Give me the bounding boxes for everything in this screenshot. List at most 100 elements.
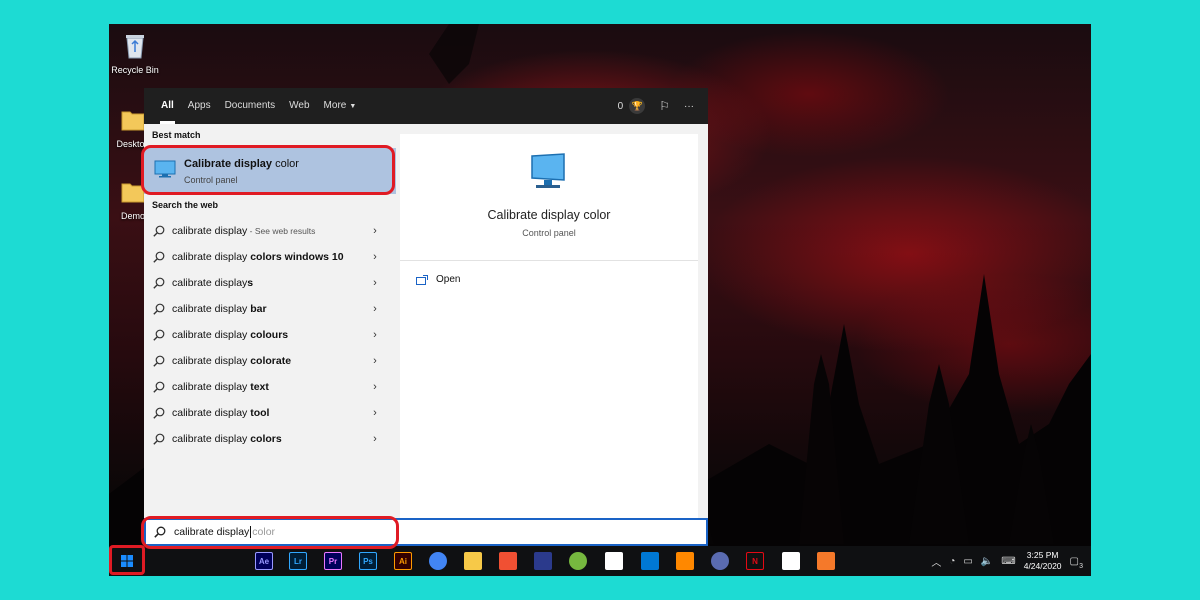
chat-icon[interactable] (782, 552, 800, 570)
search-icon (153, 381, 165, 393)
chevron-right-icon[interactable]: › (368, 381, 382, 393)
photoshop-icon[interactable]: Ps (359, 552, 377, 570)
open-icon (416, 274, 428, 285)
chevron-right-icon[interactable]: › (368, 433, 382, 445)
search-tools: 0 🏆 ⚐ ··· (618, 98, 708, 114)
open-label: Open (436, 274, 461, 285)
folder-icon (121, 183, 145, 203)
feedback-icon[interactable]: ⚐ (659, 99, 670, 113)
monitor-icon (154, 160, 176, 178)
vlc-icon[interactable] (676, 552, 694, 570)
web-result-row[interactable]: calibrate display - See web results › (144, 218, 396, 244)
web-result-text: calibrate display tool (172, 407, 270, 419)
search-web-header: Search the web (152, 200, 219, 210)
web-result-row[interactable]: calibrate display tool › (144, 400, 396, 426)
search-icon (153, 251, 165, 263)
chevron-down-icon: ▼ (349, 103, 357, 110)
clock[interactable]: 3:25 PM 4/24/2020 (1024, 550, 1062, 572)
divider (400, 260, 698, 261)
chevron-up-icon[interactable]: ︿ (931, 554, 941, 569)
best-match-title: Calibrate display color (184, 158, 299, 170)
web-result-row[interactable]: calibrate display bar › (144, 296, 396, 322)
chevron-right-icon[interactable]: › (368, 225, 382, 237)
file-explorer-icon[interactable] (464, 552, 482, 570)
web-result-row[interactable]: calibrate display colorate › (144, 348, 396, 374)
web-result-text: calibrate display colorate (172, 355, 292, 367)
search-input[interactable]: calibrate display color (144, 518, 708, 546)
windows-logo-icon (121, 555, 133, 567)
web-result-text: calibrate display bar (172, 303, 267, 315)
results-list: Best match Calibrate display color Contr… (144, 124, 398, 518)
start-button[interactable] (112, 548, 142, 574)
web-result-text: calibrate displays (172, 277, 254, 289)
web-result-row[interactable]: calibrate display text › (144, 374, 396, 400)
lightroom-icon[interactable]: Lr (289, 552, 307, 570)
best-match-result[interactable]: Calibrate display color Control panel (144, 148, 396, 194)
notification-count: 3 (1079, 562, 1083, 570)
chrome-icon[interactable] (429, 552, 447, 570)
tab-documents[interactable]: Documents (225, 88, 276, 124)
web-result-row[interactable]: calibrate display colours › (144, 322, 396, 348)
search-icon (153, 329, 165, 341)
preview-title: Calibrate display color (487, 208, 611, 222)
battery-icon[interactable]: ▭ (963, 556, 972, 567)
more-options-icon[interactable]: ··· (684, 101, 694, 112)
chevron-right-icon[interactable]: › (368, 407, 382, 419)
trophy-icon: 🏆 (629, 98, 646, 114)
best-match-subtitle: Control panel (184, 175, 238, 185)
chevron-right-icon[interactable]: › (368, 355, 382, 367)
system-tray: ︿ ◔ ▭ 🔈 ⌨ 3:25 PM 4/24/2020 ▢ 3 (931, 546, 1091, 576)
rewards-count: 0 (617, 100, 624, 112)
utorrent-icon[interactable] (569, 552, 587, 570)
search-tabs-bar: All Apps Documents Web More ▼ 0 🏆 ⚐ ··· (144, 88, 708, 124)
chevron-right-icon[interactable]: › (368, 303, 382, 315)
mail-icon[interactable] (641, 552, 659, 570)
search-icon (153, 407, 165, 419)
notification-icon[interactable]: ▢ 3 (1070, 556, 1083, 570)
start-menu-search: All Apps Documents Web More ▼ 0 🏆 ⚐ ··· B… (144, 88, 708, 546)
desktop-icon-recycle-bin[interactable]: Recycle Bin (109, 30, 165, 75)
vpn-icon[interactable] (534, 552, 552, 570)
clock-date: 4/24/2020 (1023, 561, 1062, 571)
tab-apps[interactable]: Apps (188, 88, 211, 124)
chevron-right-icon[interactable]: › (368, 251, 382, 263)
tab-web[interactable]: Web (289, 88, 309, 124)
chevron-right-icon[interactable]: › (368, 329, 382, 341)
store-icon[interactable] (605, 552, 623, 570)
taskbar: Ae Lr Pr Ps Ai N ︿ ◔ ▭ 🔈 ⌨ 3:25 PM 4/24/2020 … (109, 546, 1091, 576)
rewards-points[interactable]: 0 🏆 (618, 98, 646, 114)
clock-time: 3:25 PM (1026, 550, 1059, 560)
volume-icon[interactable]: 🔈 (981, 556, 993, 567)
folder-icon (121, 111, 145, 131)
tab-all[interactable]: All (160, 88, 175, 124)
search-icon (153, 277, 165, 289)
illustrator-icon[interactable]: Ai (394, 552, 412, 570)
chevron-right-icon[interactable]: › (368, 277, 382, 289)
network-icon[interactable]: ◔ (949, 556, 955, 567)
search-icon (153, 225, 165, 237)
blender-icon[interactable] (817, 552, 835, 570)
search-icon (153, 303, 165, 315)
keyboard-icon[interactable]: ⌨ (1001, 556, 1015, 567)
web-result-row[interactable]: calibrate display colors windows 10 › (144, 244, 396, 270)
search-typed-text: calibrate display (174, 526, 250, 538)
search-icon (153, 355, 165, 367)
tab-more[interactable]: More ▼ (324, 88, 357, 124)
preview-pane: Calibrate display color Control panel Op… (400, 134, 698, 518)
premiere-icon[interactable]: Pr (324, 552, 342, 570)
web-result-text: calibrate display - See web results (172, 225, 316, 237)
search-icon (153, 433, 165, 445)
search-suggestion-text: color (252, 526, 276, 538)
recycle-bin-icon (126, 35, 144, 59)
recycle-bin-label: Recycle Bin (111, 65, 159, 75)
web-result-text: calibrate display text (172, 381, 269, 393)
web-result-text: calibrate display colors windows 10 (172, 251, 344, 263)
web-result-row[interactable]: calibrate displays › (144, 270, 396, 296)
web-result-text: calibrate display colors (172, 433, 282, 445)
open-button[interactable]: Open (416, 274, 460, 285)
after-effects-icon[interactable]: Ae (255, 552, 273, 570)
davinci-icon[interactable] (711, 552, 729, 570)
netflix-icon[interactable]: N (746, 552, 764, 570)
web-result-row[interactable]: calibrate display colors › (144, 426, 396, 452)
git-icon[interactable] (499, 552, 517, 570)
